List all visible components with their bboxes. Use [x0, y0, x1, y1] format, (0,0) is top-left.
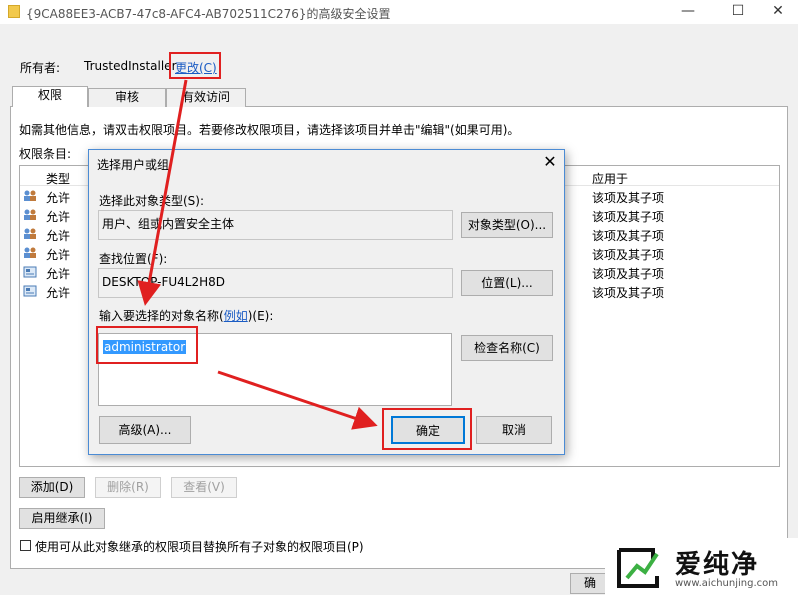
permissions-info-text: 如需其他信息，请双击权限项目。若要修改权限项目，请选择该项目并单击"编辑"(如果…: [19, 123, 520, 137]
view-button[interactable]: 查看(V): [171, 477, 237, 498]
aichunjing-logo-icon: [617, 548, 659, 588]
close-button[interactable]: ✕: [758, 0, 798, 24]
location-field: DESKTOP-FU4L2H8D: [98, 268, 453, 298]
package-icon: [23, 285, 37, 297]
entry-applies-to: 该项及其子项: [592, 229, 665, 243]
object-types-button[interactable]: 对象类型(O)...: [461, 212, 553, 238]
users-icon: [24, 209, 36, 220]
column-header-applies-to[interactable]: 应用于: [592, 170, 628, 187]
locations-button[interactable]: 位置(L)...: [461, 270, 553, 296]
entry-type: 允许: [46, 210, 71, 224]
dialog-title: 选择用户或组: [97, 158, 170, 172]
tab-auditing[interactable]: 审核: [88, 88, 166, 107]
location-label: 查找位置(F):: [99, 252, 168, 266]
object-name-label: 输入要选择的对象名称(例如)(E):: [99, 307, 273, 324]
column-header-type[interactable]: 类型: [46, 170, 70, 187]
check-names-button[interactable]: 检查名称(C): [461, 335, 553, 361]
owner-value: TrustedInstaller: [84, 59, 177, 73]
owner-label: 所有者:: [20, 61, 61, 75]
entry-type: 允许: [46, 267, 71, 281]
replace-child-permissions-checkbox[interactable]: [20, 540, 31, 551]
window-titlebar: {9CA88EE3-ACB7-47c8-AFC4-AB702511C276}的高…: [0, 0, 798, 24]
entry-applies-to: 该项及其子项: [592, 267, 665, 281]
object-type-field: 用户、组或内置安全主体: [98, 210, 453, 240]
entry-type: 允许: [46, 286, 71, 300]
annotation-box-object-name: [96, 326, 198, 364]
ok-button-outer[interactable]: 确: [570, 573, 610, 594]
folder-icon: [8, 5, 20, 18]
entry-applies-to: 该项及其子项: [592, 286, 665, 300]
add-button[interactable]: 添加(D): [19, 477, 85, 498]
users-icon: [24, 247, 36, 258]
tab-effective-access[interactable]: 有效访问: [166, 88, 246, 107]
replace-child-permissions-label: 使用可从此对象继承的权限项目替换所有子对象的权限项目(P): [35, 540, 364, 554]
users-icon: [24, 228, 36, 239]
window-title: {9CA88EE3-ACB7-47c8-AFC4-AB702511C276}的高…: [26, 7, 391, 21]
annotation-box-change-owner: [169, 52, 221, 79]
object-name-label-suffix: )(E):: [247, 309, 274, 323]
watermark-name: 爱纯净: [675, 550, 760, 580]
remove-button[interactable]: 删除(R): [95, 477, 161, 498]
cancel-button[interactable]: 取消: [476, 416, 552, 444]
permission-entries-label: 权限条目:: [19, 147, 72, 161]
watermark: 爱纯净 www.aichunjing.com: [605, 538, 798, 595]
users-icon: [24, 190, 36, 201]
minimize-button[interactable]: —: [668, 0, 708, 24]
entry-applies-to: 该项及其子项: [592, 248, 665, 262]
entry-type: 允许: [46, 248, 71, 262]
entry-type: 允许: [46, 229, 71, 243]
select-user-dialog: 选择用户或组 ✕ 选择此对象类型(S): 用户、组或内置安全主体 对象类型(O)…: [88, 149, 565, 455]
object-name-label-prefix: 输入要选择的对象名称(: [99, 309, 224, 323]
enable-inheritance-button[interactable]: 启用继承(I): [19, 508, 105, 529]
maximize-button[interactable]: ☐: [718, 0, 758, 24]
object-type-label: 选择此对象类型(S):: [99, 194, 205, 208]
dialog-close-button[interactable]: ✕: [539, 152, 561, 172]
package-icon: [23, 266, 37, 278]
examples-link[interactable]: 例如: [224, 309, 248, 323]
annotation-box-ok-button: [382, 408, 472, 450]
tab-permissions[interactable]: 权限: [12, 86, 88, 107]
watermark-url: www.aichunjing.com: [675, 578, 778, 589]
advanced-button[interactable]: 高级(A)...: [99, 416, 191, 444]
entry-type: 允许: [46, 191, 71, 205]
entry-applies-to: 该项及其子项: [592, 210, 665, 224]
entry-applies-to: 该项及其子项: [592, 191, 665, 205]
